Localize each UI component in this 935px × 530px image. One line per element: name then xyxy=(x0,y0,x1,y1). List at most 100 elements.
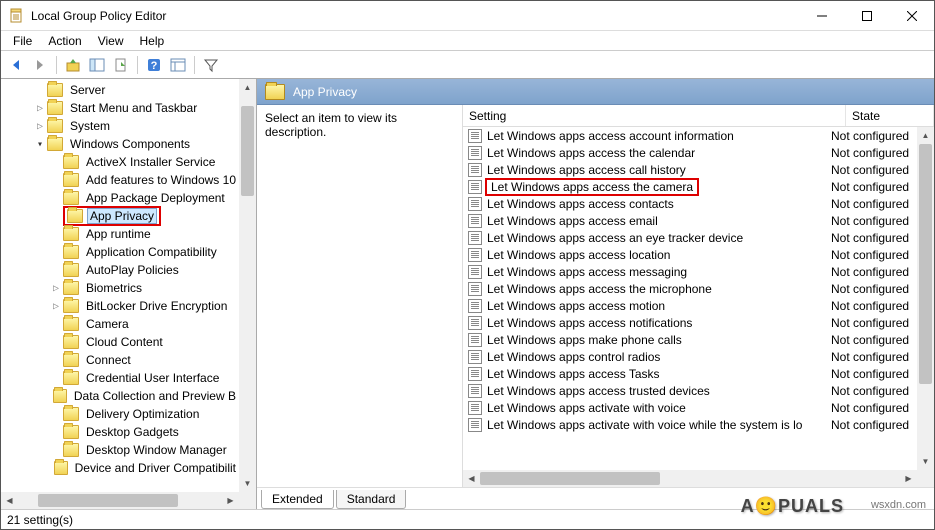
back-button[interactable] xyxy=(5,54,27,76)
tree-item[interactable]: App runtime xyxy=(1,225,239,243)
close-button[interactable] xyxy=(889,1,934,31)
scroll-left-icon[interactable]: ◀ xyxy=(1,492,18,509)
policy-icon xyxy=(467,367,483,381)
scroll-right-icon[interactable]: ▶ xyxy=(222,492,239,509)
setting-row[interactable]: Let Windows apps access the cameraNot co… xyxy=(463,178,917,195)
status-text: 21 setting(s) xyxy=(7,513,73,527)
tree-item-label: App runtime xyxy=(83,226,154,242)
tree-item[interactable]: Delivery Optimization xyxy=(1,405,239,423)
expand-collapse-icon[interactable]: ▷ xyxy=(33,103,47,114)
setting-name: Let Windows apps access messaging xyxy=(487,265,829,279)
tree-item[interactable]: Camera xyxy=(1,315,239,333)
setting-row[interactable]: Let Windows apps access call historyNot … xyxy=(463,161,917,178)
setting-name: Let Windows apps control radios xyxy=(487,350,829,364)
setting-row[interactable]: Let Windows apps access emailNot configu… xyxy=(463,212,917,229)
tree-horizontal-scrollbar[interactable]: ◀ ▶ xyxy=(1,492,239,509)
scroll-up-icon[interactable]: ▲ xyxy=(917,127,934,144)
setting-row[interactable]: Let Windows apps make phone callsNot con… xyxy=(463,331,917,348)
scroll-left-icon[interactable]: ◀ xyxy=(463,470,480,487)
scroll-right-icon[interactable]: ▶ xyxy=(900,470,917,487)
forward-button[interactable] xyxy=(29,54,51,76)
folder-icon xyxy=(63,191,79,205)
policy-icon xyxy=(467,401,483,415)
tree-item-label: Delivery Optimization xyxy=(83,406,202,422)
setting-row[interactable]: Let Windows apps activate with voiceNot … xyxy=(463,399,917,416)
setting-row[interactable]: Let Windows apps control radiosNot confi… xyxy=(463,348,917,365)
expand-collapse-icon[interactable]: ▷ xyxy=(49,301,63,312)
tree-item-label: AutoPlay Policies xyxy=(83,262,182,278)
tree-item[interactable]: ▷Start Menu and Taskbar xyxy=(1,99,239,117)
column-setting[interactable]: Setting xyxy=(463,105,846,126)
column-state[interactable]: State xyxy=(846,105,934,126)
expand-collapse-icon[interactable]: ▾ xyxy=(33,139,47,150)
tree-vertical-scrollbar[interactable]: ▲ ▼ xyxy=(239,79,256,492)
setting-row[interactable]: Let Windows apps access contactsNot conf… xyxy=(463,195,917,212)
scroll-thumb[interactable] xyxy=(38,494,178,507)
setting-row[interactable]: Let Windows apps access TasksNot configu… xyxy=(463,365,917,382)
list-horizontal-scrollbar[interactable]: ◀ ▶ xyxy=(463,470,917,487)
tree-item-label: Desktop Gadgets xyxy=(83,424,182,440)
setting-row[interactable]: Let Windows apps access trusted devicesN… xyxy=(463,382,917,399)
scroll-thumb[interactable] xyxy=(919,144,932,384)
setting-name: Let Windows apps access the microphone xyxy=(487,282,829,296)
tree-item[interactable]: Desktop Gadgets xyxy=(1,423,239,441)
scroll-thumb[interactable] xyxy=(241,106,254,196)
tree-item[interactable]: Server xyxy=(1,81,239,99)
folder-icon xyxy=(63,353,79,367)
folder-icon xyxy=(63,155,79,169)
properties-button[interactable] xyxy=(167,54,189,76)
setting-row[interactable]: Let Windows apps activate with voice whi… xyxy=(463,416,917,433)
tree-item[interactable]: ▷System xyxy=(1,117,239,135)
tree-item[interactable]: ▷BitLocker Drive Encryption xyxy=(1,297,239,315)
scroll-down-icon[interactable]: ▼ xyxy=(239,475,256,492)
tree-item[interactable]: Connect xyxy=(1,351,239,369)
highlighted-tree-item[interactable]: App Privacy xyxy=(63,206,161,226)
tree-item[interactable]: ▷Biometrics xyxy=(1,279,239,297)
tree-item[interactable]: Credential User Interface xyxy=(1,369,239,387)
setting-row[interactable]: Let Windows apps access locationNot conf… xyxy=(463,246,917,263)
maximize-button[interactable] xyxy=(844,1,889,31)
main-area: Server▷Start Menu and Taskbar▷System▾Win… xyxy=(1,79,934,509)
export-list-button[interactable] xyxy=(110,54,132,76)
scroll-thumb[interactable] xyxy=(480,472,660,485)
tree-item[interactable]: Desktop Window Manager xyxy=(1,441,239,459)
expand-collapse-icon[interactable]: ▷ xyxy=(33,121,47,132)
setting-row[interactable]: Let Windows apps access notificationsNot… xyxy=(463,314,917,331)
tree-item[interactable]: AutoPlay Policies xyxy=(1,261,239,279)
tree-item[interactable]: Data Collection and Preview B xyxy=(1,387,239,405)
up-button[interactable] xyxy=(62,54,84,76)
policy-tree[interactable]: Server▷Start Menu and Taskbar▷System▾Win… xyxy=(1,79,239,492)
tree-item[interactable]: ▾Windows Components xyxy=(1,135,239,153)
tree-item[interactable]: Application Compatibility xyxy=(1,243,239,261)
expand-collapse-icon[interactable]: ▷ xyxy=(49,283,63,294)
help-button[interactable]: ? xyxy=(143,54,165,76)
menu-help[interactable]: Help xyxy=(132,32,173,50)
menu-file[interactable]: File xyxy=(5,32,40,50)
tree-item[interactable]: App Privacy xyxy=(1,207,239,225)
setting-row[interactable]: Let Windows apps access the calendarNot … xyxy=(463,144,917,161)
tree-item[interactable]: App Package Deployment xyxy=(1,189,239,207)
filter-button[interactable] xyxy=(200,54,222,76)
folder-icon xyxy=(47,137,63,151)
tree-item[interactable]: Cloud Content xyxy=(1,333,239,351)
tree-item-label: Add features to Windows 10 xyxy=(83,172,239,188)
minimize-button[interactable] xyxy=(799,1,844,31)
list-vertical-scrollbar[interactable]: ▲ ▼ xyxy=(917,127,934,470)
setting-row[interactable]: Let Windows apps access account informat… xyxy=(463,127,917,144)
tree-item[interactable]: ActiveX Installer Service xyxy=(1,153,239,171)
tree-item[interactable]: Device and Driver Compatibilit xyxy=(1,459,239,477)
tab-standard[interactable]: Standard xyxy=(336,490,407,509)
show-hide-tree-button[interactable] xyxy=(86,54,108,76)
scroll-up-icon[interactable]: ▲ xyxy=(239,79,256,96)
setting-row[interactable]: Let Windows apps access the microphoneNo… xyxy=(463,280,917,297)
setting-row[interactable]: Let Windows apps access motionNot config… xyxy=(463,297,917,314)
policy-icon xyxy=(467,146,483,160)
scroll-down-icon[interactable]: ▼ xyxy=(917,453,934,470)
setting-row[interactable]: Let Windows apps access messagingNot con… xyxy=(463,263,917,280)
setting-row[interactable]: Let Windows apps access an eye tracker d… xyxy=(463,229,917,246)
menu-action[interactable]: Action xyxy=(40,32,89,50)
tree-item[interactable]: Add features to Windows 10 xyxy=(1,171,239,189)
settings-list[interactable]: Let Windows apps access account informat… xyxy=(463,127,917,470)
menu-view[interactable]: View xyxy=(90,32,132,50)
tab-extended[interactable]: Extended xyxy=(261,490,334,509)
